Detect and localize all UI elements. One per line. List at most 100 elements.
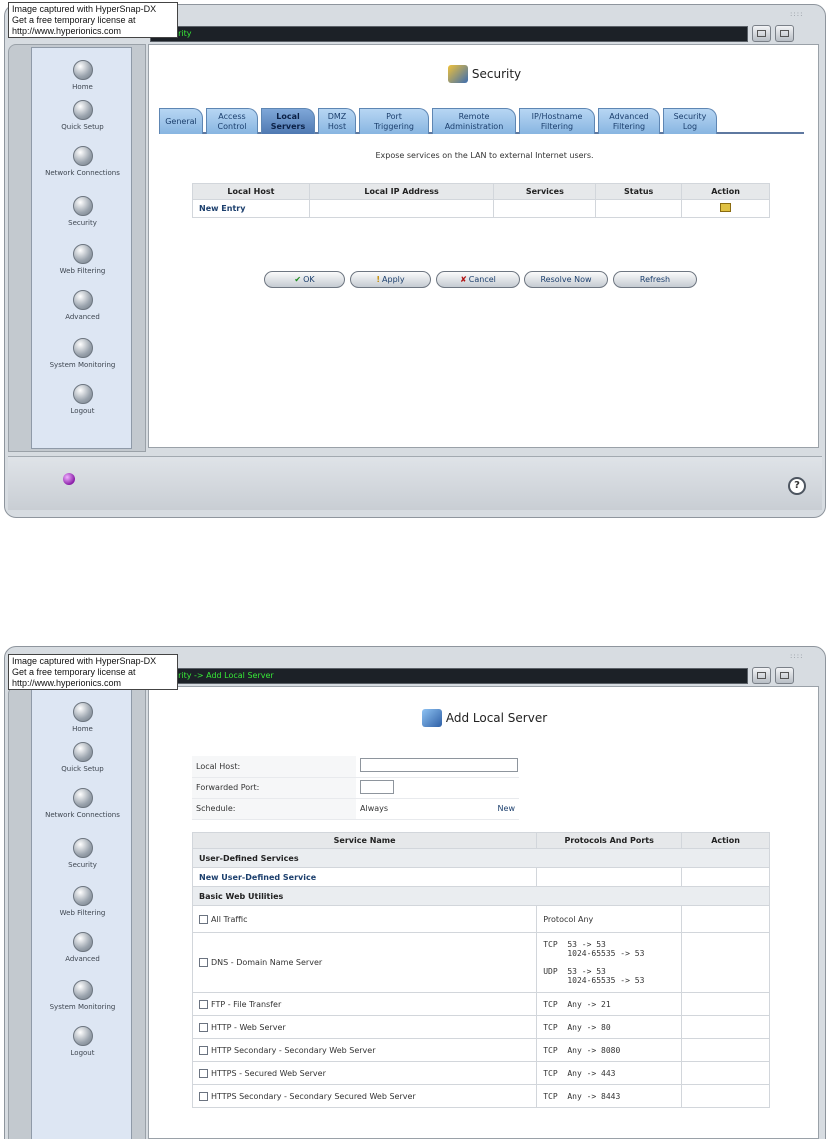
logout-icon [72,1026,93,1046]
network-connections-icon [72,146,93,166]
service-ports: TCP Any -> 8443 [536,1084,683,1108]
sidebar-item-label: System Monitoring [49,1003,116,1011]
table-row: All Traffic Protocol Any [191,905,770,933]
sidebar-item-advanced[interactable]: Advanced [32,932,133,963]
services-table: Service Name Protocols And Ports Action … [191,832,770,1108]
service-name: FTP - File Transfer [211,999,282,1009]
tab-dmz-host[interactable]: DMZ Host [318,108,356,134]
service-ports: TCP Any -> 443 [536,1061,683,1085]
local-host-label: Local Host: [192,756,356,778]
new-entry-link[interactable]: New Entry [199,204,245,213]
form-row: Schedule: Always New [192,798,519,820]
service-ports: TCP 53 -> 53 1024-65535 -> 53 UDP 53 -> … [536,932,683,993]
cancel-button[interactable]: ✘ Cancel [436,271,520,288]
server-icon [421,709,442,727]
sidebar-item-logout[interactable]: Logout [32,384,133,415]
sidebar-item-label: System Monitoring [49,361,116,369]
service-checkbox[interactable] [199,1091,208,1101]
sidebar-item-web-filtering[interactable]: Web Filtering [32,886,133,917]
logout-icon [72,384,93,404]
table-cell [308,199,495,218]
tab-ip-hostname-filtering[interactable]: IP/Hostname Filtering [519,108,595,134]
schedule-value: Always [360,804,389,813]
sidebar-item-system-monitoring[interactable]: System Monitoring [32,338,133,369]
table-row: New Entry [192,199,770,218]
service-name: HTTPS - Secured Web Server [211,1068,326,1078]
apply-button[interactable]: ! Apply [350,271,431,288]
table-header-row: Service Name Protocols And Ports Action [191,832,770,849]
sidebar-frame: Home Quick Setup Network Connections Sec… [8,44,146,452]
sidebar-item-security[interactable]: Security [32,838,133,869]
service-checkbox[interactable] [199,958,208,967]
sidebar-item-label: Network Connections [45,811,120,819]
sidebar-item-quick-setup[interactable]: Quick Setup [32,100,133,131]
x-icon: ✘ [460,275,467,284]
restore-button[interactable] [752,25,771,42]
service-checkbox[interactable] [199,1068,208,1078]
refresh-button[interactable]: Refresh [613,271,697,288]
sidebar-item-network-connections[interactable]: Network Connections [32,788,133,819]
new-user-defined-service-link[interactable]: New User-Defined Service [199,873,316,882]
resize-grip[interactable]: :::: [790,10,803,18]
service-name: DNS - Domain Name Server [211,958,323,967]
main-content: Security General Access Control Local Serv… [148,44,819,448]
maximize-button[interactable] [775,25,794,42]
tab-advanced-filtering[interactable]: Advanced Filtering [598,108,660,134]
sidebar-item-advanced[interactable]: Advanced [32,290,133,321]
add-local-server-screen: :::: urity -> Add Local Server Home Quic… [0,642,831,1139]
tab-security-log[interactable]: Security Log [663,108,717,134]
sidebar: Home Quick Setup Network Connections Sec… [31,47,132,449]
sidebar-item-quick-setup[interactable]: Quick Setup [32,742,133,773]
service-checkbox[interactable] [199,1022,208,1032]
sidebar-item-system-monitoring[interactable]: System Monitoring [32,980,133,1011]
sidebar-item-home[interactable]: Home [32,60,133,91]
restore-button[interactable] [752,667,771,684]
table-row: New User-Defined Service [191,867,770,887]
sidebar-item-logout[interactable]: Logout [32,1026,133,1057]
tab-access-control[interactable]: Access Control [206,108,258,134]
service-name: HTTP Secondary - Secondary Web Server [211,1045,376,1055]
sidebar-item-network-connections[interactable]: Network Connections [32,146,133,177]
status-bar: ? [8,456,822,510]
sidebar-item-label: Web Filtering [59,267,106,275]
ok-button[interactable]: ✔ OK [264,271,345,288]
resize-grip[interactable]: :::: [790,652,803,660]
service-name: HTTPS Secondary - Secondary Secured Web … [211,1091,416,1101]
service-checkbox[interactable] [199,1045,208,1055]
resolve-now-button[interactable]: Resolve Now [524,271,608,288]
table-cell [681,199,770,218]
form-row: Forwarded Port: [192,777,519,799]
web-filtering-icon [72,886,93,906]
new-entry-icon[interactable] [720,203,732,212]
section-row: Basic Web Utilities [192,886,770,906]
tab-local-servers[interactable]: Local Servers [261,108,315,134]
table-row: HTTPS Secondary - Secondary Secured Web … [191,1084,770,1108]
page-title: Add Local Server [149,709,820,727]
sidebar-item-label: Advanced [65,955,100,963]
forwarded-port-input[interactable] [360,779,394,794]
security-screen: :::: urity Home Quick Setup Network Conn… [0,0,831,522]
section-heading: User-Defined Services [192,848,770,868]
column-header: Service Name [191,832,538,849]
status-gem-icon [63,473,75,485]
maximize-button[interactable] [775,667,794,684]
column-header: Services [493,183,597,200]
service-checkbox[interactable] [199,999,208,1009]
tab-port-triggering[interactable]: Port Triggering [359,108,429,134]
schedule-new-link[interactable]: New [498,804,515,813]
system-monitoring-icon [72,980,93,1000]
sidebar-item-security[interactable]: Security [32,196,133,227]
tab-general[interactable]: General [159,108,203,134]
sidebar-item-web-filtering[interactable]: Web Filtering [32,244,133,275]
main-content: Add Local Server Local Host: Forwarded P… [148,686,819,1139]
local-host-input[interactable] [360,758,518,773]
breadcrumb-bar: urity -> Add Local Server [150,668,748,684]
local-servers-table: Local Host Local IP Address Services Sta… [192,183,770,218]
column-header: Local IP Address [308,183,495,200]
system-monitoring-icon [72,338,93,358]
help-icon[interactable]: ? [788,477,806,495]
tab-remote-administration[interactable]: Remote Administration [432,108,516,134]
advanced-icon [72,290,93,310]
service-checkbox[interactable] [199,914,208,924]
sidebar-item-home[interactable]: Home [32,702,133,733]
